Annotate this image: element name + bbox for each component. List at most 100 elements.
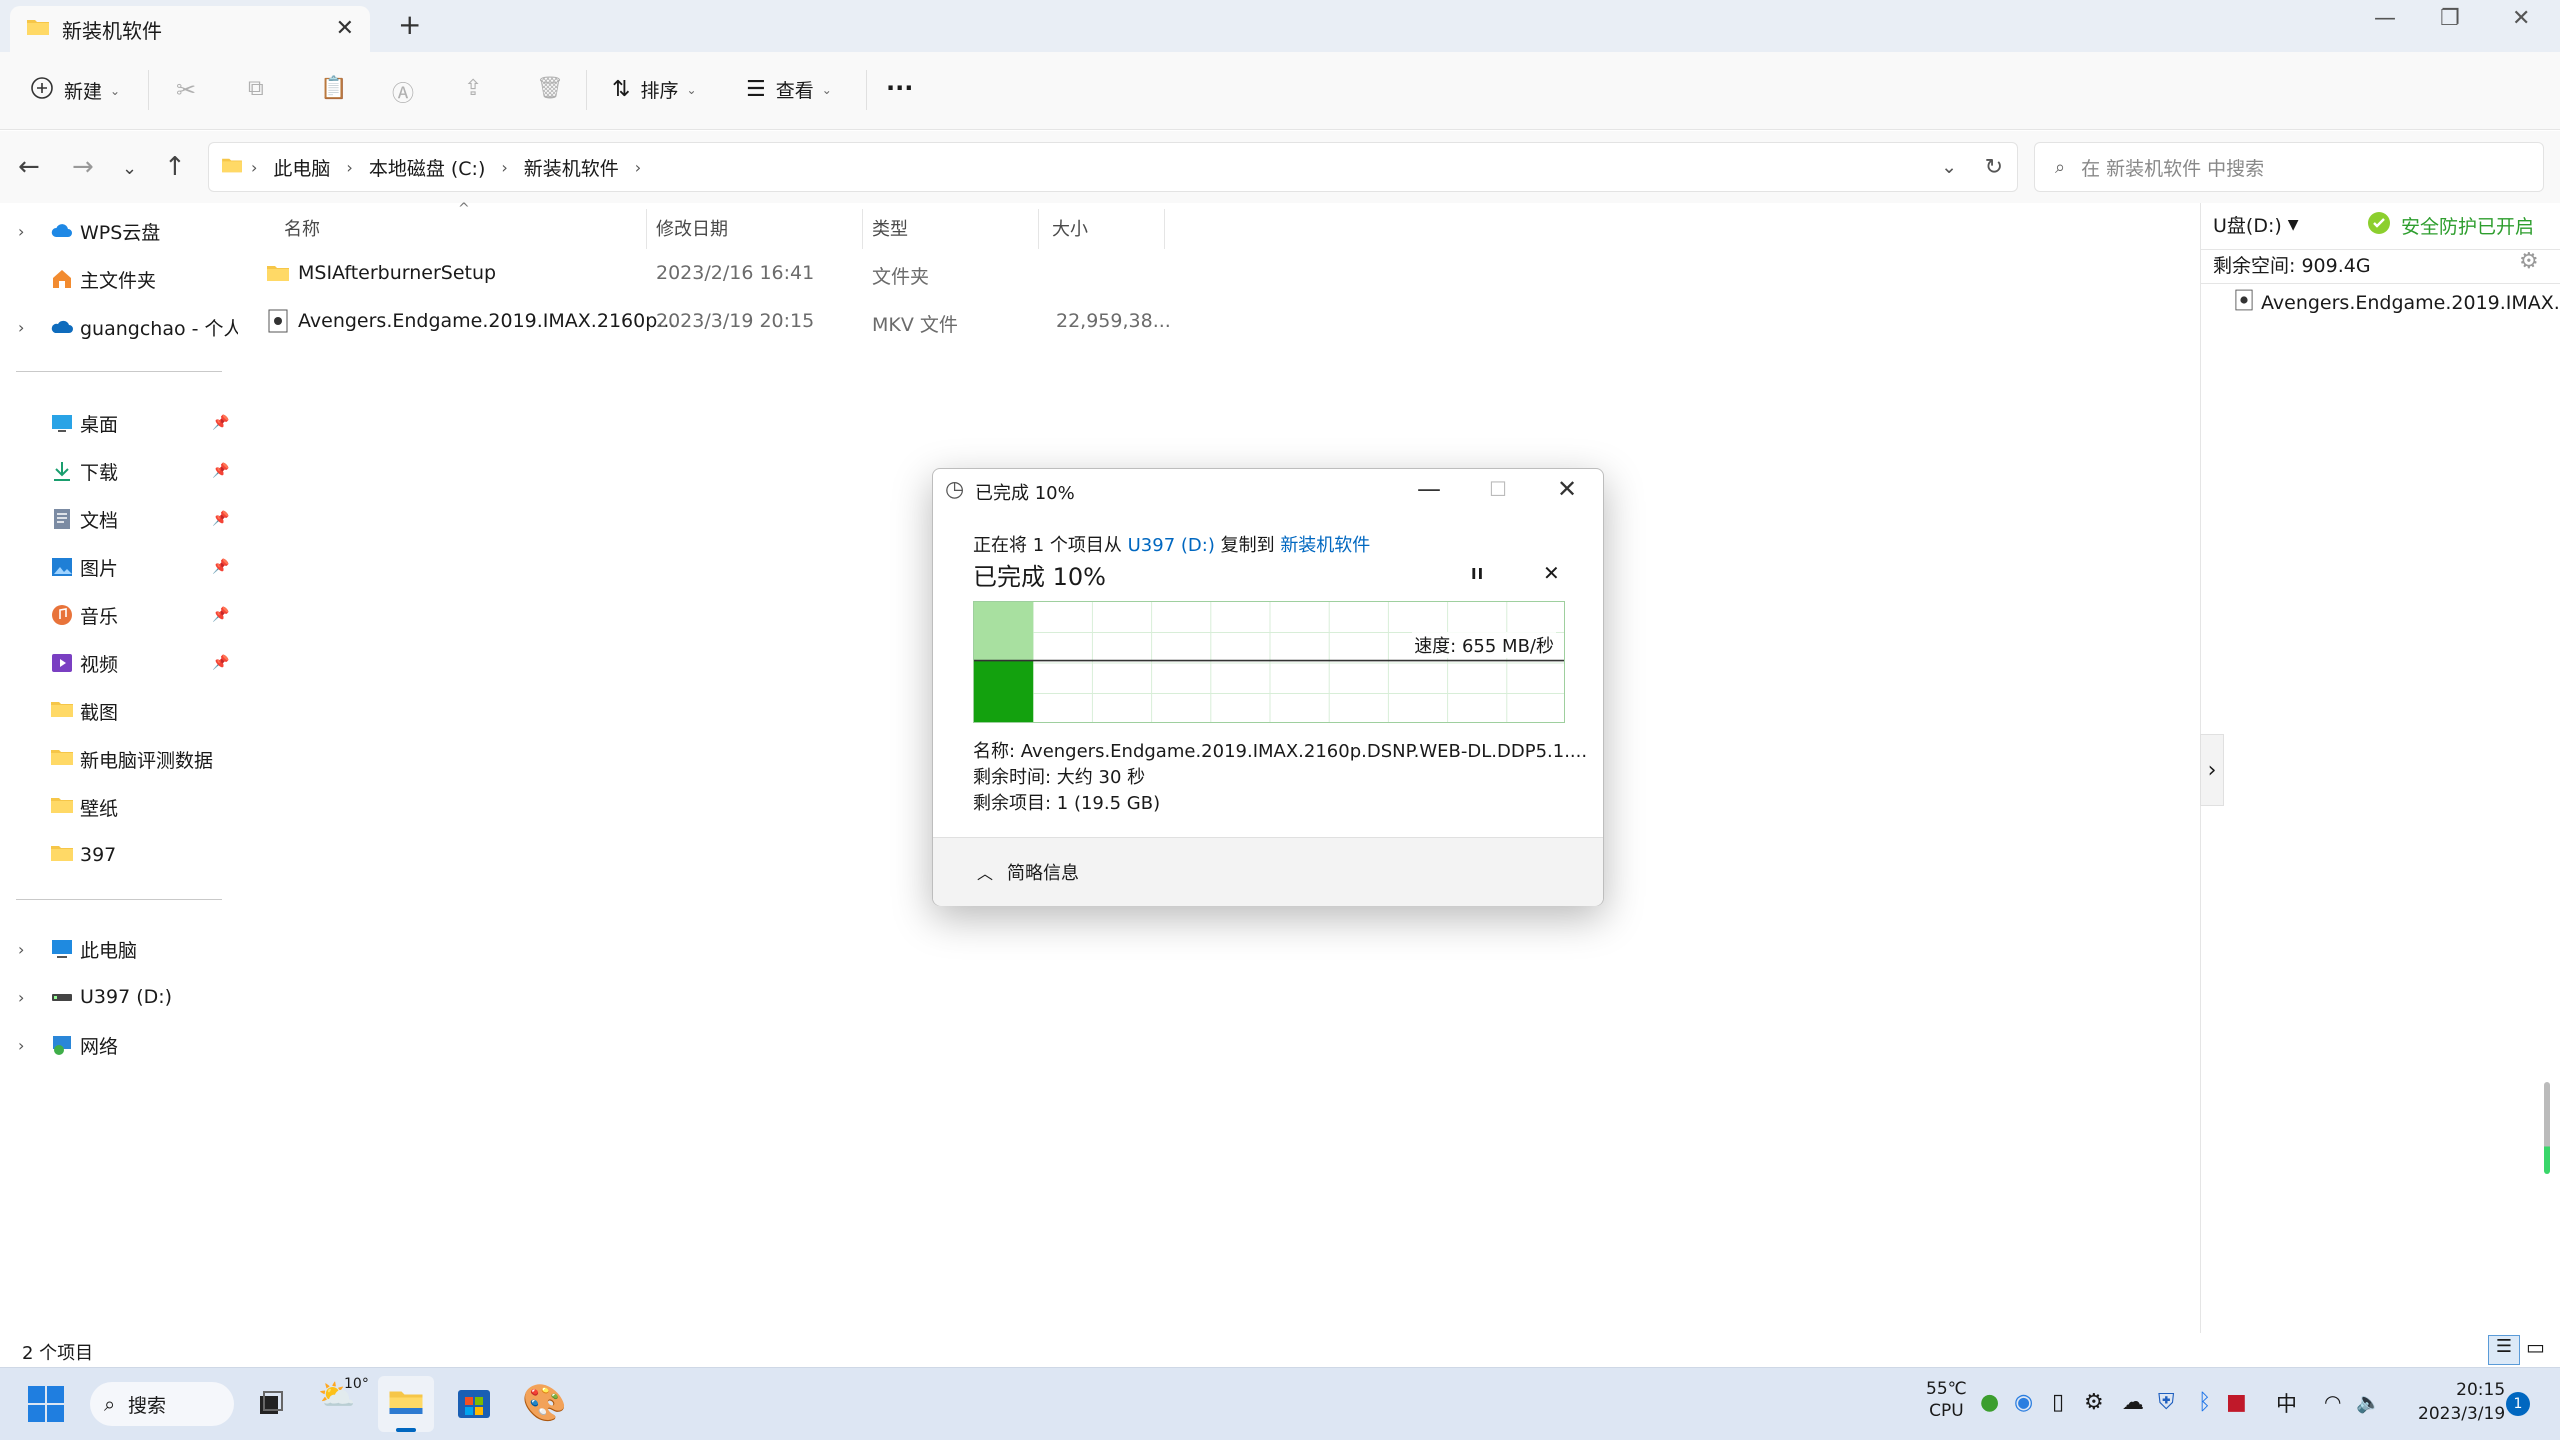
view-button[interactable]: ☰ 查看 ⌄ <box>746 76 832 103</box>
fewer-details-button[interactable]: ︿ 简略信息 <box>977 859 1079 885</box>
explorer-tab[interactable]: 新装机软件 ✕ <box>10 6 370 52</box>
search-box[interactable]: ⌕ 在 新装机软件 中搜索 <box>2034 142 2544 192</box>
address-history-icon[interactable]: ⌄ <box>1941 156 1957 178</box>
address-bar[interactable]: › 此电脑 › 本地磁盘 (C:) › 新装机软件 › ⌄ ↻ <box>208 142 2018 192</box>
breadcrumb-local-disk[interactable]: 本地磁盘 (C:) <box>369 154 486 181</box>
sidebar-item-network[interactable]: › 网络 <box>0 1023 236 1067</box>
chevron-right-icon[interactable]: › <box>18 940 24 959</box>
sidebar-item-folder[interactable]: 壁纸 <box>0 785 236 829</box>
chevron-right-icon[interactable]: › <box>18 988 24 1007</box>
defender-warning-icon[interactable]: ⛨ <box>2158 1390 2175 1415</box>
chat-tray-icon[interactable]: ◉ <box>2014 1390 2033 1415</box>
sidebar-item-folder[interactable]: 397 <box>0 833 236 877</box>
cpu-temperature[interactable]: 55℃ CPU <box>1926 1378 1967 1422</box>
breadcrumb-this-pc[interactable]: 此电脑 <box>273 154 330 181</box>
up-icon[interactable]: ↑ <box>164 152 186 182</box>
windows-start-icon[interactable] <box>28 1386 64 1427</box>
chevron-right-icon[interactable]: › <box>18 222 24 241</box>
clock[interactable]: 20:15 2023/3/19 <box>2418 1378 2505 1426</box>
pause-button[interactable]: II <box>1471 565 1484 583</box>
usb-tray-icon[interactable]: ▯ <box>2052 1390 2064 1415</box>
back-icon[interactable]: ← <box>18 152 40 182</box>
table-row[interactable]: Avengers.Endgame.2019.IMAX.2160p... 2023… <box>238 299 1198 345</box>
onedrive-tray-icon[interactable]: ☁ <box>2122 1390 2144 1415</box>
share-icon[interactable]: ⇪ <box>464 76 482 101</box>
details-view-icon[interactable]: ☰ <box>2488 1335 2520 1365</box>
destination-link[interactable]: 新装机软件 <box>1280 535 1370 556</box>
drive-selector[interactable]: U盘(D:) ▼ <box>2213 211 2299 238</box>
taskbar-file-explorer[interactable] <box>378 1376 434 1432</box>
breadcrumb-current-folder[interactable]: 新装机软件 <box>524 154 619 181</box>
tiles-view-icon[interactable]: ▭ <box>2526 1335 2545 1359</box>
bluetooth-icon[interactable]: ᛒ <box>2198 1390 2211 1415</box>
copy-icon[interactable]: ⧉ <box>248 76 264 101</box>
column-divider[interactable] <box>862 209 863 249</box>
weather-widget[interactable]: ⛅ 10° <box>318 1376 369 1413</box>
sidebar-item-downloads[interactable]: 下载 📌 <box>0 449 236 493</box>
notification-badge[interactable]: 1 <box>2506 1392 2530 1416</box>
minimize-icon[interactable]: — <box>2374 6 2396 31</box>
column-header-name[interactable]: 名称 <box>284 215 320 241</box>
recent-locations-icon[interactable]: ⌄ <box>122 158 137 179</box>
rename-icon[interactable]: Ⓐ <box>392 76 414 108</box>
pin-icon[interactable]: 📌 <box>212 511 229 527</box>
cut-icon[interactable]: ✂ <box>176 76 196 104</box>
paste-icon[interactable]: 📋 <box>320 76 347 101</box>
more-options-button[interactable]: ··· <box>886 74 913 102</box>
chevron-right-icon[interactable]: › <box>18 318 24 337</box>
volume-icon[interactable]: 🔈 <box>2356 1390 2381 1414</box>
protection-status[interactable]: 安全防护已开启 <box>2367 211 2534 240</box>
sidebar-item-videos[interactable]: 视频 📌 <box>0 641 236 685</box>
taskbar-search[interactable]: ⌕ 搜索 <box>90 1382 234 1426</box>
pin-icon[interactable]: 📌 <box>212 607 229 623</box>
app-icon[interactable]: 🎨 <box>522 1382 567 1424</box>
chevron-right-icon[interactable]: › <box>18 1036 24 1055</box>
sidebar-item-folder[interactable]: 新电脑评测数据 <box>0 737 236 781</box>
settings-gear-icon[interactable]: ⚙ <box>2519 249 2539 274</box>
sidebar-item-desktop[interactable]: 桌面 📌 <box>0 401 236 445</box>
sidebar-item-home[interactable]: 主文件夹 <box>0 257 236 301</box>
steam-tray-icon[interactable]: ⚙ <box>2084 1390 2104 1415</box>
security-tray-icon[interactable]: ● <box>1980 1390 1999 1415</box>
pin-icon[interactable]: 📌 <box>212 559 229 575</box>
sidebar-item-folder[interactable]: 截图 <box>0 689 236 733</box>
restore-icon[interactable]: ❐ <box>2440 6 2460 31</box>
forward-icon[interactable]: → <box>72 152 94 182</box>
panel-expand-button[interactable]: › <box>2200 734 2224 806</box>
column-divider[interactable] <box>1164 209 1165 249</box>
new-tab-button[interactable]: + <box>398 8 421 41</box>
source-link[interactable]: U397 (D:) <box>1128 535 1215 556</box>
pin-icon[interactable]: 📌 <box>212 655 229 671</box>
sort-button[interactable]: ⇅ 排序 ⌄ <box>612 76 697 103</box>
sidebar-item-wps-cloud[interactable]: › WPS云盘 <box>0 209 236 253</box>
column-header-date[interactable]: 修改日期 <box>656 215 728 241</box>
refresh-icon[interactable]: ↻ <box>1985 155 2003 180</box>
sidebar-item-music[interactable]: 音乐 📌 <box>0 593 236 637</box>
close-tab-icon[interactable]: ✕ <box>336 16 354 41</box>
sidebar-item-pictures[interactable]: 图片 📌 <box>0 545 236 589</box>
sidebar-item-usb-drive[interactable]: › U397 (D:) <box>0 975 236 1019</box>
microsoft-store-icon[interactable] <box>456 1384 492 1425</box>
ime-indicator[interactable]: 中 <box>2276 1388 2297 1418</box>
scrollbar[interactable] <box>2544 1082 2550 1174</box>
app-tray-icon[interactable]: ■ <box>2226 1390 2247 1415</box>
wifi-icon[interactable]: ◠ <box>2324 1390 2341 1414</box>
minimize-icon[interactable]: — <box>1417 475 1441 503</box>
pin-icon[interactable]: 📌 <box>212 463 229 479</box>
sidebar-item-this-pc[interactable]: › 此电脑 <box>0 927 236 971</box>
cancel-button[interactable]: ✕ <box>1543 561 1560 585</box>
close-window-icon[interactable]: ✕ <box>2512 6 2530 31</box>
close-icon[interactable]: ✕ <box>1557 475 1577 503</box>
sidebar-item-documents[interactable]: 文档 📌 <box>0 497 236 541</box>
column-divider[interactable] <box>1038 209 1039 249</box>
table-row[interactable]: MSIAfterburnerSetup 2023/2/16 16:41 文件夹 <box>238 251 1198 297</box>
column-divider[interactable] <box>646 209 647 249</box>
sidebar-item-onedrive[interactable]: › guangchao - 个人 <box>0 305 243 349</box>
pin-icon[interactable]: 📌 <box>212 415 229 431</box>
column-header-size[interactable]: 大小 <box>1052 215 1088 241</box>
panel-file-item[interactable]: Avengers.Endgame.2019.IMAX... <box>2235 289 2560 316</box>
new-button[interactable]: 新建 ⌄ <box>30 76 120 105</box>
delete-icon[interactable]: 🗑 <box>536 76 564 101</box>
task-view-icon[interactable] <box>256 1388 286 1423</box>
column-header-type[interactable]: 类型 <box>872 215 908 241</box>
